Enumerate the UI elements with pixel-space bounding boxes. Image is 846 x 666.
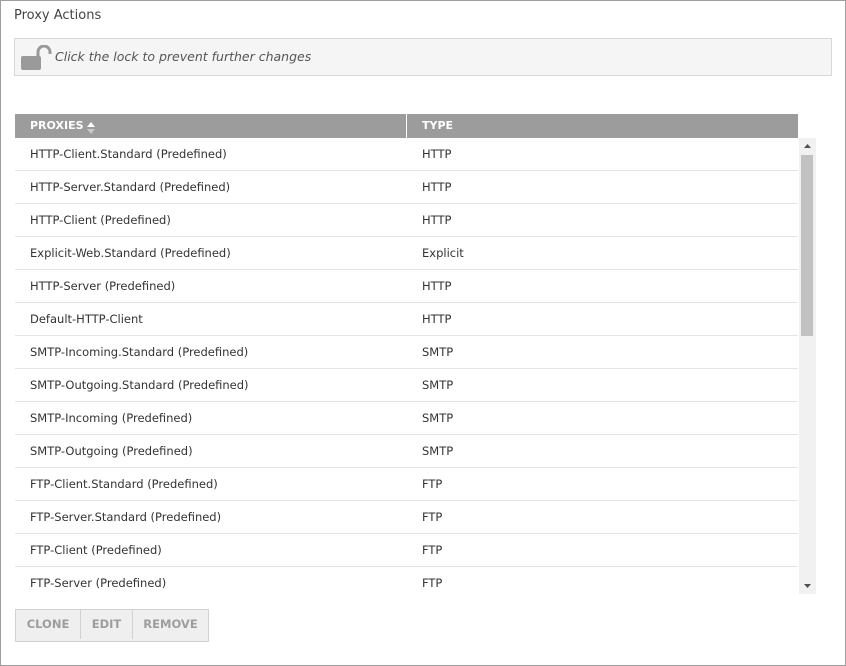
column-header-proxies[interactable]: PROXIES xyxy=(15,114,407,138)
proxy-type-cell: FTP xyxy=(422,543,443,557)
table-row[interactable]: SMTP-Outgoing (Predefined) SMTP xyxy=(15,435,798,468)
proxy-type-cell: Explicit xyxy=(422,246,464,260)
lock-message: Click the lock to prevent further change… xyxy=(55,49,312,64)
table-row[interactable]: SMTP-Outgoing.Standard (Predefined) SMTP xyxy=(15,369,798,402)
proxy-name-cell: SMTP-Incoming (Predefined) xyxy=(30,411,193,425)
proxy-name-cell: FTP-Client.Standard (Predefined) xyxy=(30,477,218,491)
clone-button[interactable]: CLONE xyxy=(16,610,81,639)
proxy-type-cell: SMTP xyxy=(422,378,454,392)
unlocked-padlock-icon[interactable] xyxy=(20,44,52,71)
proxy-type-cell: HTTP xyxy=(422,279,452,293)
table-row[interactable]: HTTP-Client.Standard (Predefined) HTTP xyxy=(15,138,798,171)
proxy-name-cell: HTTP-Server.Standard (Predefined) xyxy=(30,180,231,194)
proxy-name-cell: SMTP-Incoming.Standard (Predefined) xyxy=(30,345,249,359)
vertical-scrollbar[interactable] xyxy=(799,138,816,594)
table-row[interactable]: HTTP-Server.Standard (Predefined) HTTP xyxy=(15,171,798,204)
page-title: Proxy Actions xyxy=(14,8,102,23)
proxy-name-cell: FTP-Server.Standard (Predefined) xyxy=(30,510,222,524)
table-row[interactable]: FTP-Client.Standard (Predefined) FTP xyxy=(15,468,798,501)
proxy-name-cell: FTP-Client (Predefined) xyxy=(30,543,162,557)
table-row[interactable]: FTP-Client (Predefined) FTP xyxy=(15,534,798,567)
action-buttons: CLONE EDIT REMOVE xyxy=(15,609,209,642)
scroll-up-arrow-icon[interactable] xyxy=(799,138,816,154)
lock-bar: Click the lock to prevent further change… xyxy=(14,38,832,76)
table-row[interactable]: SMTP-Incoming (Predefined) SMTP xyxy=(15,402,798,435)
table-body: HTTP-Client.Standard (Predefined) HTTP HTT… xyxy=(15,138,798,594)
proxy-type-cell: HTTP xyxy=(422,213,452,227)
proxy-type-cell: FTP xyxy=(422,477,443,491)
proxy-type-cell: FTP xyxy=(422,576,443,590)
scroll-down-arrow-icon[interactable] xyxy=(799,578,816,594)
table-row[interactable]: Default-HTTP-Client HTTP xyxy=(15,303,798,336)
proxies-table: PROXIES TYPE HTTP-Client.Standard (Prede… xyxy=(15,114,816,594)
proxy-type-cell: FTP xyxy=(422,510,443,524)
proxy-type-cell: SMTP xyxy=(422,411,454,425)
proxy-name-cell: HTTP-Server (Predefined) xyxy=(30,279,176,293)
table-row[interactable]: Explicit-Web.Standard (Predefined) Explic… xyxy=(15,237,798,270)
table-row[interactable]: FTP-Server (Predefined) FTP xyxy=(15,567,798,594)
edit-button[interactable]: EDIT xyxy=(81,610,133,639)
table-row[interactable]: FTP-Server.Standard (Predefined) FTP xyxy=(15,501,798,534)
proxy-name-cell: SMTP-Outgoing (Predefined) xyxy=(30,444,193,458)
column-header-type-label: TYPE xyxy=(422,119,454,132)
proxy-type-cell: HTTP xyxy=(422,312,452,326)
proxy-name-cell: SMTP-Outgoing.Standard (Predefined) xyxy=(30,378,249,392)
column-header-type: TYPE xyxy=(408,114,798,138)
table-row[interactable]: HTTP-Client (Predefined) HTTP xyxy=(15,204,798,237)
sort-icon[interactable] xyxy=(86,119,95,134)
proxy-type-cell: SMTP xyxy=(422,345,454,359)
proxy-name-cell: FTP-Server (Predefined) xyxy=(30,576,167,590)
table-row[interactable]: SMTP-Incoming.Standard (Predefined) SMTP xyxy=(15,336,798,369)
proxy-name-cell: Default-HTTP-Client xyxy=(30,312,143,326)
proxy-type-cell: HTTP xyxy=(422,180,452,194)
proxy-actions-panel: Proxy Actions Click the lock to prevent … xyxy=(0,0,846,666)
proxy-name-cell: Explicit-Web.Standard (Predefined) xyxy=(30,246,231,260)
column-header-proxies-label: PROXIES xyxy=(30,119,84,132)
proxy-type-cell: HTTP xyxy=(422,147,452,161)
remove-button[interactable]: REMOVE xyxy=(133,610,208,639)
scrollbar-thumb[interactable] xyxy=(801,155,813,336)
proxy-name-cell: HTTP-Client.Standard (Predefined) xyxy=(30,147,227,161)
table-row[interactable]: HTTP-Server (Predefined) HTTP xyxy=(15,270,798,303)
table-header: PROXIES TYPE xyxy=(15,114,798,138)
proxy-name-cell: HTTP-Client (Predefined) xyxy=(30,213,171,227)
proxy-type-cell: SMTP xyxy=(422,444,454,458)
